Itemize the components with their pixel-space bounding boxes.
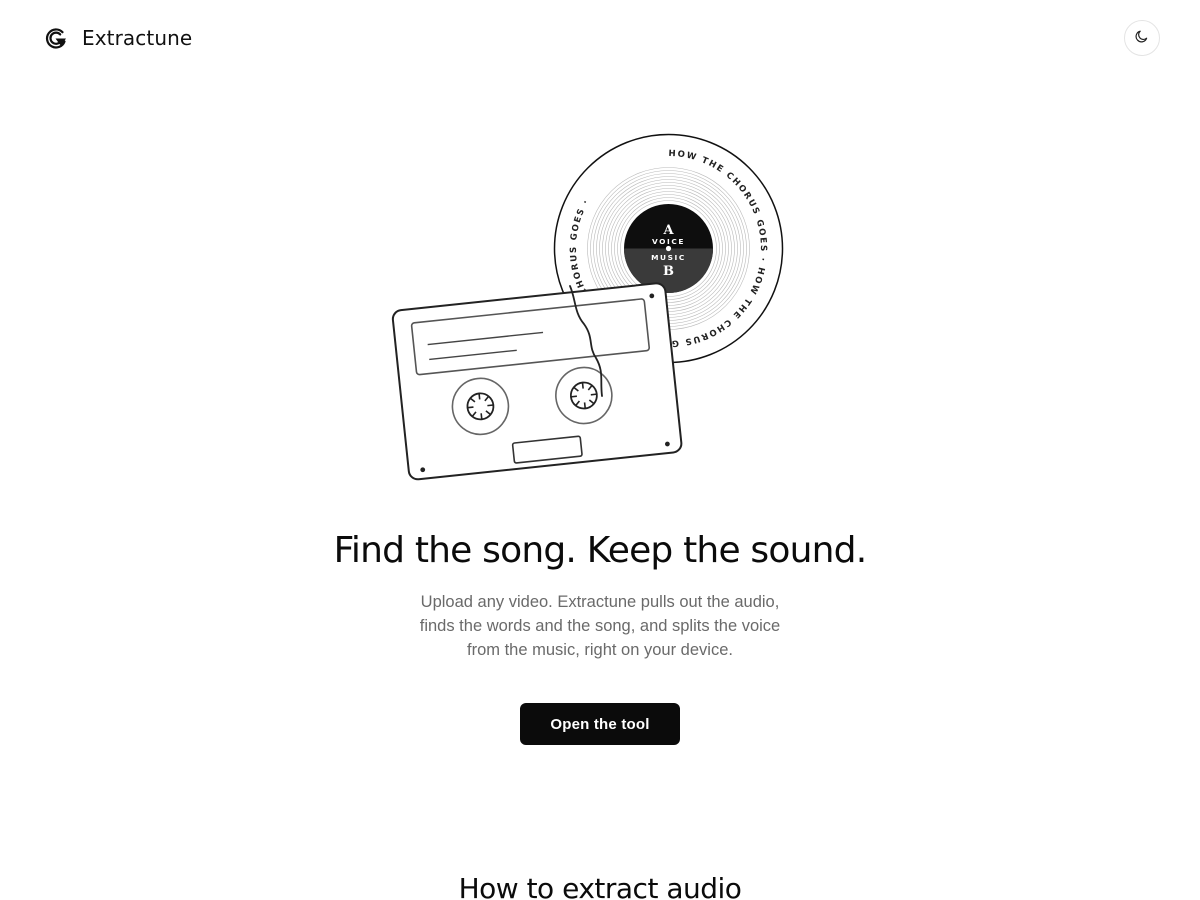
side-b-letter: B [663,264,674,279]
side-b-label: MUSIC [651,253,686,262]
open-tool-button[interactable]: Open the tool [520,703,680,745]
side-a-label: VOICE [652,237,685,246]
cassette-and-record-illustration: HOW THE CHORUS GOES · HOW THE CHORUS GOE… [391,133,784,481]
extractune-logo-icon [44,24,68,52]
hero-title: Find the song. Keep the sound. [333,530,868,571]
theme-toggle-button[interactable] [1124,20,1160,56]
hero-subtitle: Upload any video. Extractune pulls out t… [419,593,781,659]
brand-name: Extractune [82,26,193,50]
home-link[interactable]: Extractune [44,24,192,52]
section-title-how-to-extract: How to extract audio [458,872,742,900]
cassette-tape [391,282,683,481]
hero-illustration: HOW THE CHORUS GOES · HOW THE CHORUS GOE… [390,120,810,500]
site-header: Extractune [0,0,1200,76]
moon-icon [1134,28,1150,49]
side-a-letter: A [662,223,674,238]
